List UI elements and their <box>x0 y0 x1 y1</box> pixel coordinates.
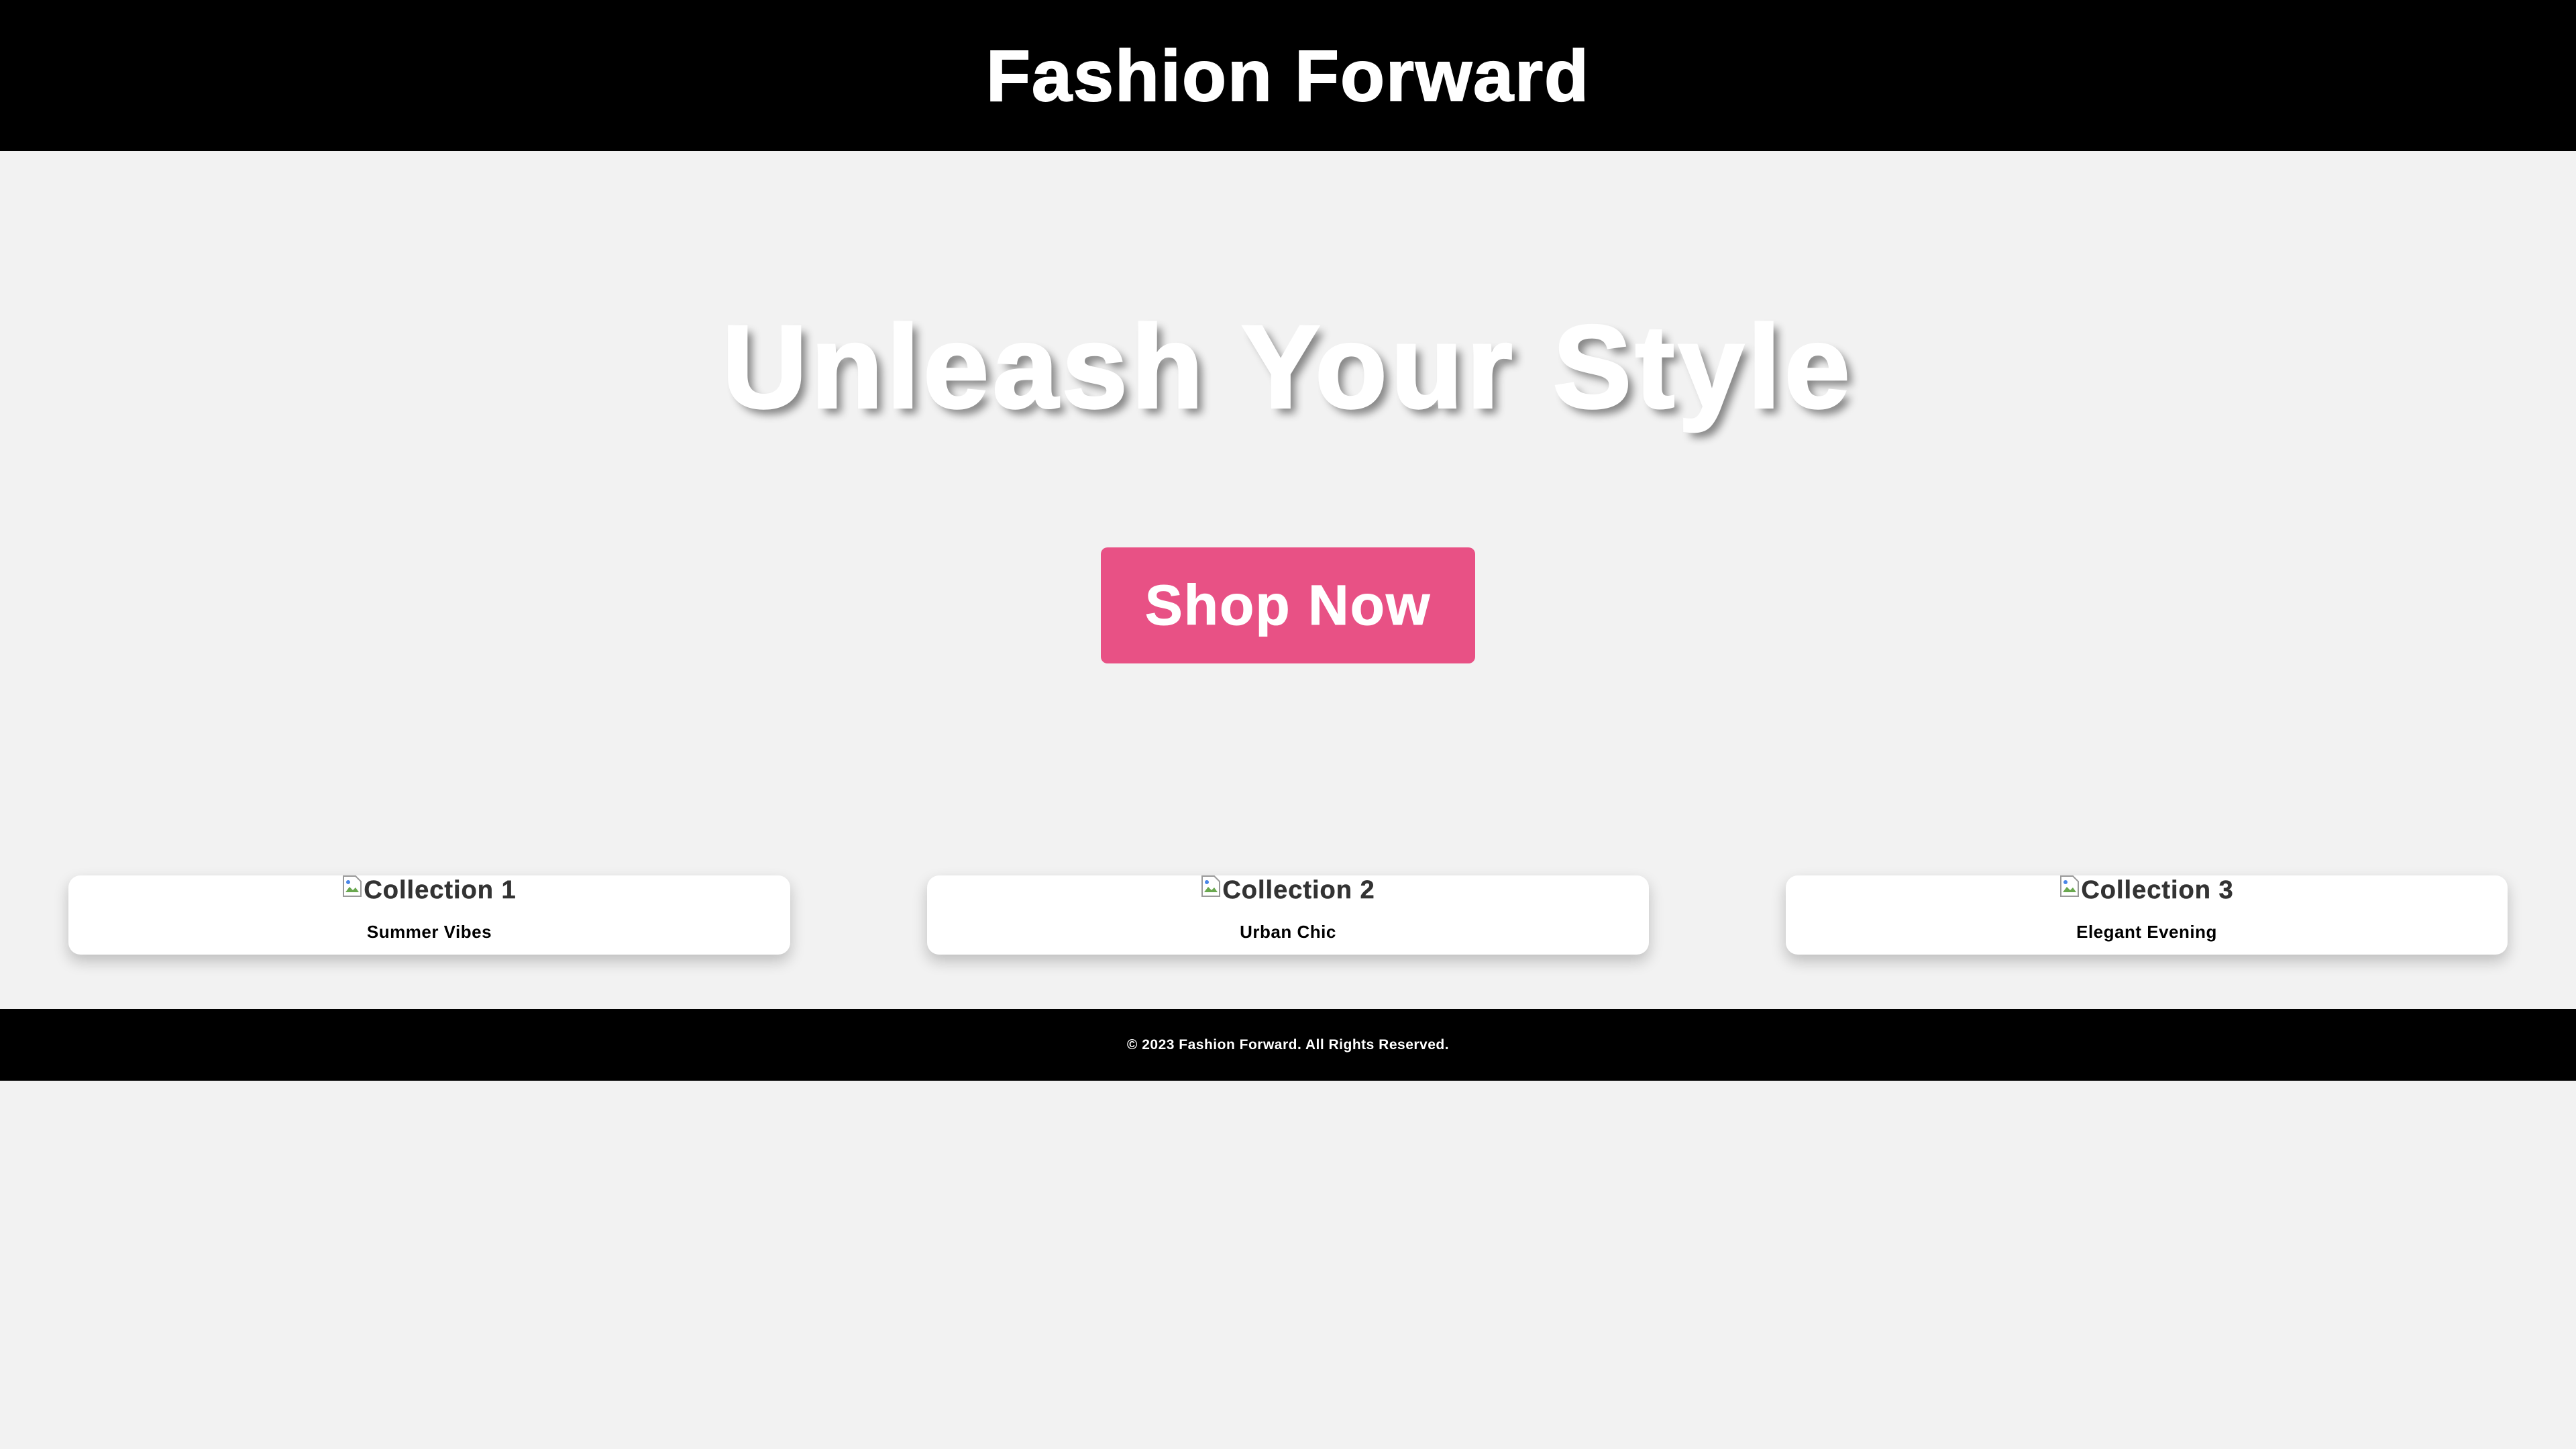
site-footer: © 2023 Fashion Forward. All Rights Reser… <box>0 1009 2576 1081</box>
copyright-text: © 2023 Fashion Forward. All Rights Reser… <box>1126 1036 1450 1053</box>
collection-image-alt: Collection 3 <box>2081 876 2234 904</box>
broken-image-icon <box>1201 875 1221 897</box>
shop-now-button[interactable]: Shop Now <box>1101 547 1475 663</box>
collection-image: Collection 3 <box>1786 875 2508 904</box>
collection-image: Collection 1 <box>68 875 790 904</box>
collection-image-alt: Collection 1 <box>364 876 517 904</box>
collection-caption: Summer Vibes <box>366 922 492 942</box>
collection-card-elegant-evening[interactable]: Collection 3 Elegant Evening <box>1786 875 2508 955</box>
collection-image: Collection 2 <box>927 875 1649 904</box>
broken-image-icon <box>2060 875 2080 897</box>
site-header: Fashion Forward <box>0 0 2576 151</box>
broken-image-icon <box>343 875 362 897</box>
collection-card-urban-chic[interactable]: Collection 2 Urban Chic <box>927 875 1649 955</box>
collection-caption: Urban Chic <box>1240 922 1336 942</box>
site-title: Fashion Forward <box>985 34 1591 116</box>
collection-card-summer-vibes[interactable]: Collection 1 Summer Vibes <box>68 875 790 955</box>
collection-image-alt: Collection 2 <box>1222 876 1375 904</box>
collection-caption: Elegant Evening <box>2076 922 2217 942</box>
hero-heading: Unleash Your Style <box>721 302 1854 433</box>
